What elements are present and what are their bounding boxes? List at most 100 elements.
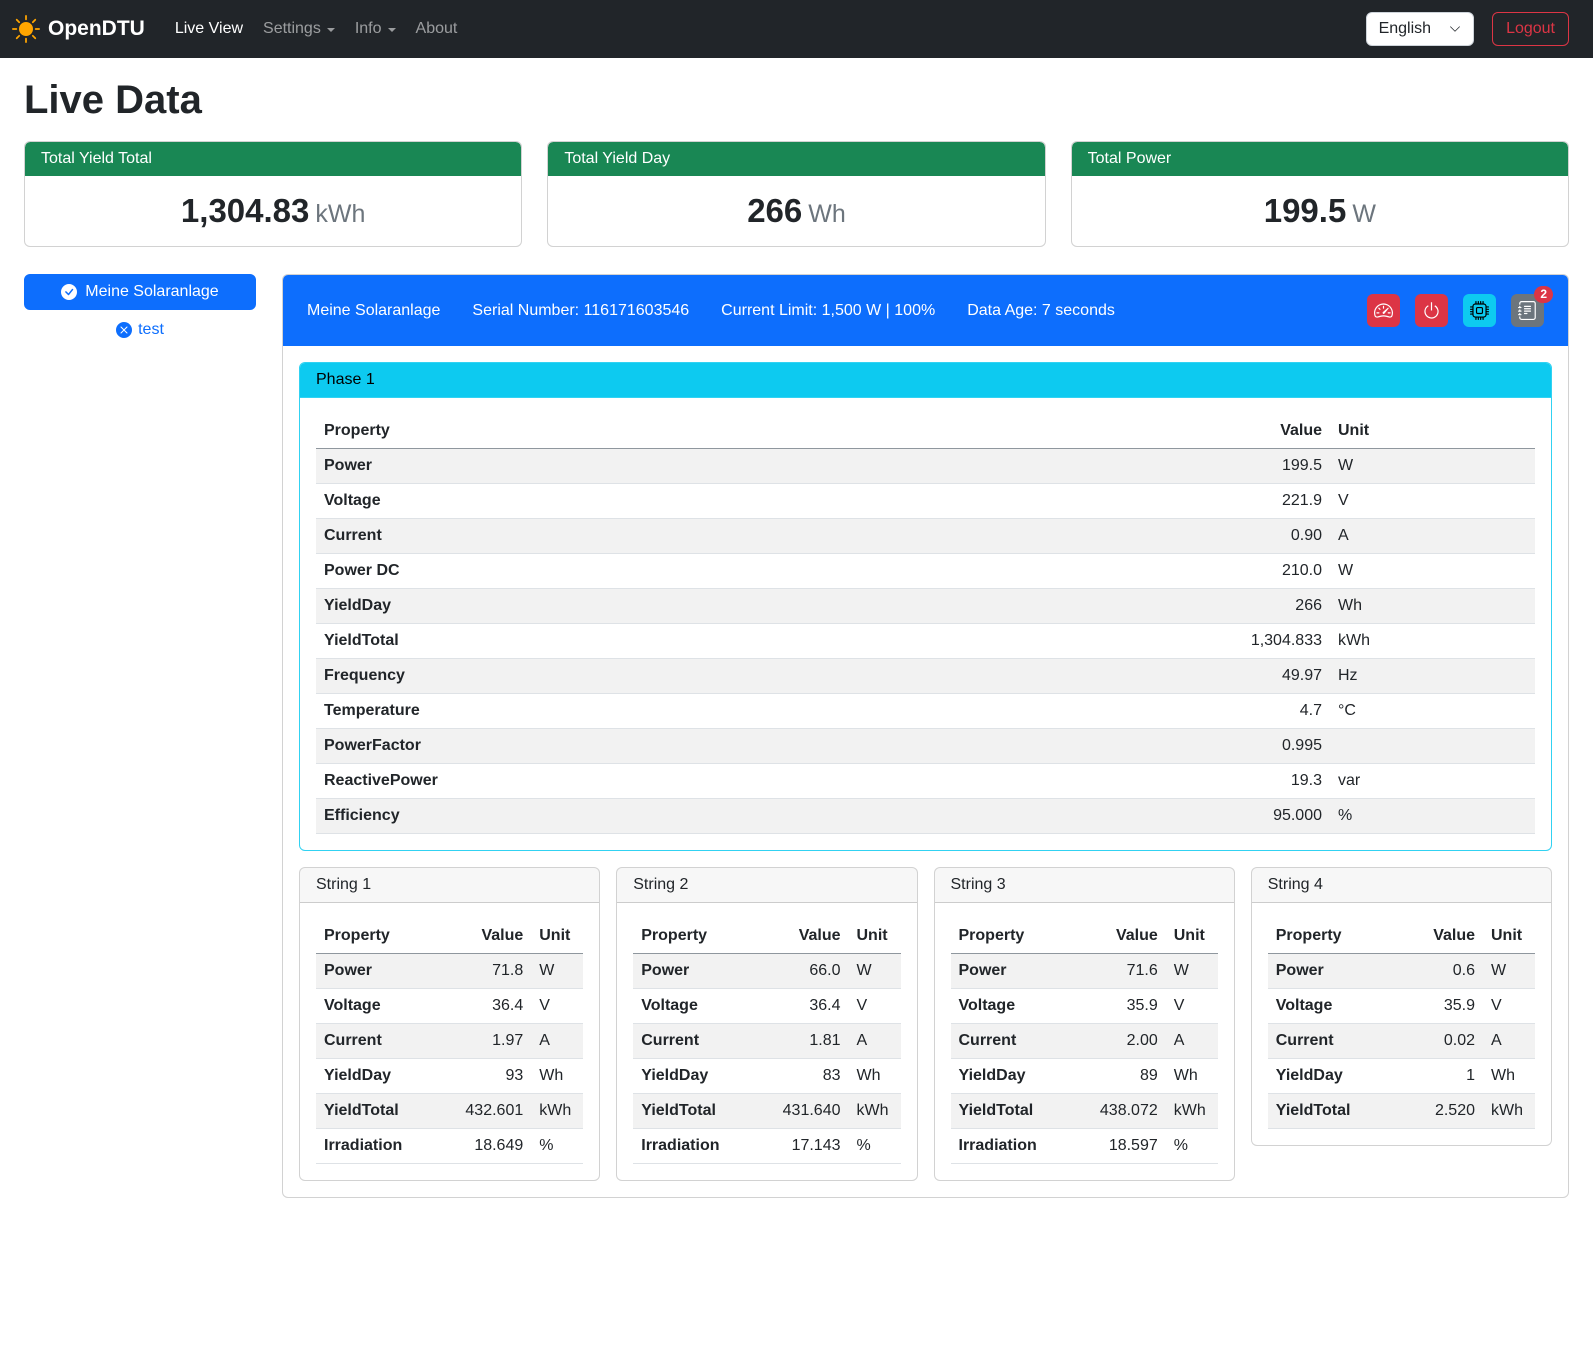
property-cell: YieldDay [951, 1059, 1074, 1094]
unit-cell: W [1483, 954, 1535, 989]
unit-cell: % [1166, 1129, 1218, 1164]
property-cell: Voltage [316, 484, 1160, 519]
speedometer-icon [1374, 301, 1393, 320]
unit-cell: V [531, 989, 583, 1024]
value-cell: 221.9 [1160, 484, 1330, 519]
summary-card-title: Total Power [1072, 142, 1568, 176]
table-row: Power0.6W [1268, 954, 1535, 989]
value-cell: 4.7 [1160, 694, 1330, 729]
table-row: YieldTotal431.640kWh [633, 1094, 900, 1129]
power-settings-button[interactable] [1415, 294, 1448, 327]
unit-cell: A [1483, 1024, 1535, 1059]
property-cell: Irradiation [316, 1129, 439, 1164]
table-row: Voltage35.9V [1268, 989, 1535, 1024]
value-cell: 19.3 [1160, 764, 1330, 799]
value-cell: 1,304.833 [1160, 624, 1330, 659]
string-card-title: String 4 [1252, 868, 1551, 903]
value-cell: 35.9 [1391, 989, 1483, 1024]
string-1-table: PropertyValueUnitPower71.8WVoltage36.4VC… [300, 903, 599, 1180]
summary-card-unit: W [1352, 200, 1376, 228]
table-row: YieldDay1Wh [1268, 1059, 1535, 1094]
property-cell: Current [316, 1024, 439, 1059]
unit-cell: V [1483, 989, 1535, 1024]
value-cell: 2.520 [1391, 1094, 1483, 1129]
device-info-button[interactable] [1463, 294, 1496, 327]
unit-cell: A [1166, 1024, 1218, 1059]
property-cell: YieldTotal [1268, 1094, 1391, 1129]
value-cell: 432.601 [439, 1094, 531, 1129]
unit-cell: A [1330, 519, 1535, 554]
column-header-property: Property [951, 919, 1074, 954]
nav-item-live-view[interactable]: Live View [165, 12, 253, 46]
column-header-value: Value [757, 919, 849, 954]
data-table: PropertyValueUnitPower0.6WVoltage35.9VCu… [1268, 919, 1535, 1129]
property-cell: ReactivePower [316, 764, 1160, 799]
table-row: Irradiation18.649% [316, 1129, 583, 1164]
string-card-title: String 3 [935, 868, 1234, 903]
column-header-value: Value [1074, 919, 1166, 954]
check-circle-icon [61, 284, 77, 300]
property-cell: Irradiation [633, 1129, 756, 1164]
limit-settings-button[interactable] [1367, 294, 1400, 327]
inverter-select-button[interactable]: Meine Solaranlage [24, 274, 256, 310]
table-row: ReactivePower19.3var [316, 764, 1535, 799]
property-cell: Voltage [1268, 989, 1391, 1024]
language-select[interactable]: English [1366, 12, 1474, 46]
property-cell: Current [951, 1024, 1074, 1059]
table-row: YieldDay266Wh [316, 589, 1535, 624]
table-row: Current0.90A [316, 519, 1535, 554]
column-header-property: Property [1268, 919, 1391, 954]
brand-label: OpenDTU [48, 17, 145, 41]
property-cell: YieldDay [633, 1059, 756, 1094]
unit-cell [1330, 729, 1535, 764]
unit-cell: Wh [849, 1059, 901, 1094]
brand-link[interactable]: OpenDTU [12, 15, 145, 43]
data-age: Data Age: 7 seconds [967, 302, 1115, 320]
value-cell: 66.0 [757, 954, 849, 989]
property-cell: Efficiency [316, 799, 1160, 834]
unit-cell: kWh [1330, 624, 1535, 659]
unit-cell: kWh [531, 1094, 583, 1129]
value-cell: 36.4 [439, 989, 531, 1024]
string-3-card: String 3 PropertyValueUnitPower71.6WVolt… [934, 867, 1235, 1181]
value-cell: 49.97 [1160, 659, 1330, 694]
event-log-button[interactable]: 2 [1511, 294, 1544, 327]
table-row: Power71.6W [951, 954, 1218, 989]
language-value: English [1379, 20, 1431, 38]
phase-card: Phase 1 PropertyValueUnitPower199.5WVolt… [299, 362, 1552, 851]
unit-cell: % [531, 1129, 583, 1164]
value-cell: 1 [1391, 1059, 1483, 1094]
value-cell: 35.9 [1074, 989, 1166, 1024]
table-row: YieldTotal438.072kWh [951, 1094, 1218, 1129]
table-row: Efficiency95.000% [316, 799, 1535, 834]
value-cell: 2.00 [1074, 1024, 1166, 1059]
property-cell: Power [633, 954, 756, 989]
nav-item-info[interactable]: Info [345, 12, 406, 46]
logout-button[interactable]: Logout [1492, 12, 1569, 46]
inverter-item-test-label: test [138, 321, 164, 339]
table-row: Power71.8W [316, 954, 583, 989]
value-cell: 210.0 [1160, 554, 1330, 589]
string-1-card: String 1 PropertyValueUnitPower71.8WVolt… [299, 867, 600, 1181]
total-yield-day-card: Total Yield Day 266Wh [547, 141, 1045, 247]
sun-icon [12, 15, 40, 43]
nav-item-settings[interactable]: Settings [253, 12, 345, 46]
phase-card-title: Phase 1 [300, 363, 1551, 398]
total-yield-total-card: Total Yield Total 1,304.83kWh [24, 141, 522, 247]
summary-card-body: 266Wh [548, 176, 1044, 246]
nav-item-label: Info [355, 20, 382, 38]
value-cell: 95.000 [1160, 799, 1330, 834]
nav-item-about[interactable]: About [406, 12, 468, 46]
unit-cell: °C [1330, 694, 1535, 729]
unit-cell: W [531, 954, 583, 989]
string-card-title: String 2 [617, 868, 916, 903]
inverter-item-test[interactable]: test [24, 321, 256, 339]
inverter-selector-column: Meine Solaranlage test [24, 274, 256, 339]
property-cell: Power [951, 954, 1074, 989]
column-header-property: Property [633, 919, 756, 954]
inverter-panel-header: Meine Solaranlage Serial Number: 1161716… [283, 275, 1568, 346]
summary-card-value: 266 [747, 192, 802, 229]
unit-cell: var [1330, 764, 1535, 799]
value-cell: 83 [757, 1059, 849, 1094]
property-cell: Frequency [316, 659, 1160, 694]
